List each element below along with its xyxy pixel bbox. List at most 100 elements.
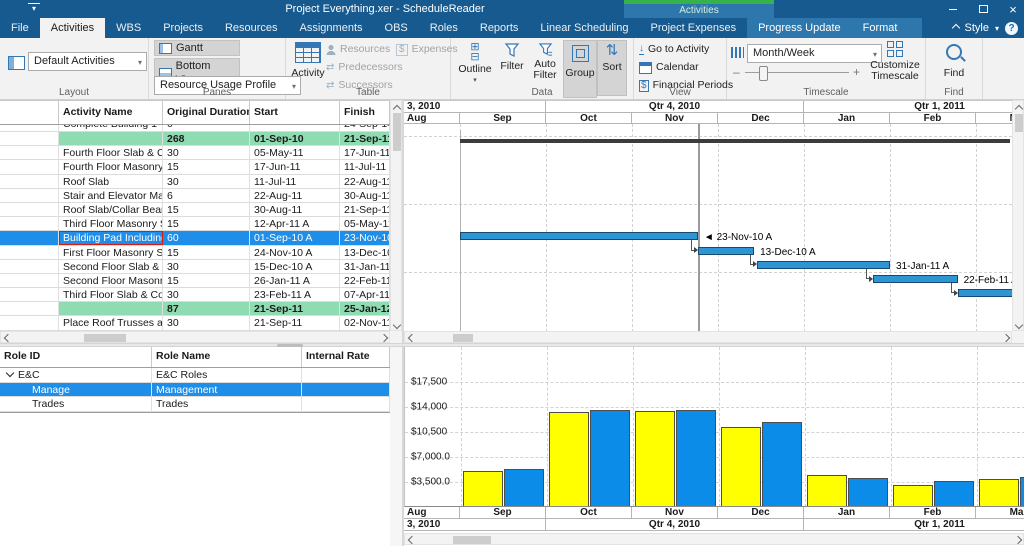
activity-row[interactable]: Roof Slab3011-Jul-1122-Aug-11 — [0, 175, 390, 189]
cell-role-name[interactable]: Management — [152, 383, 302, 397]
cell[interactable]: 30 — [163, 175, 250, 188]
cell[interactable]: 87 — [163, 302, 250, 315]
scroll-up-icon[interactable] — [1015, 105, 1023, 113]
cell[interactable]: 21-Sep-11 — [340, 132, 390, 145]
scroll-left-icon[interactable] — [408, 536, 416, 544]
cell[interactable]: 26-Jan-11 A — [250, 274, 340, 287]
cell-activity-name[interactable] — [59, 302, 163, 315]
gantt-vertical-scrollbar[interactable] — [1012, 100, 1024, 331]
cell-role-id[interactable]: E&C — [0, 368, 152, 382]
cell[interactable]: 13-Dec-10 A — [340, 246, 390, 259]
tab-projects[interactable]: Projects — [152, 18, 214, 38]
activity-row[interactable]: Complete Building 10 24-Sep-14 — [0, 125, 390, 132]
histogram-bar-blue[interactable] — [504, 469, 544, 507]
cell[interactable]: 15 — [163, 246, 250, 259]
scrollbar-thumb[interactable] — [453, 536, 491, 544]
gantt-bar[interactable] — [873, 275, 957, 283]
cell[interactable]: 24-Sep-14 — [340, 125, 390, 131]
find-button[interactable]: Find — [940, 44, 968, 79]
cell[interactable]: 23-Feb-11 A — [250, 288, 340, 301]
histogram-bar-yellow[interactable] — [721, 427, 761, 507]
cell-activity-name[interactable]: Fourth Floor Masonry Struc — [59, 160, 163, 173]
cell[interactable]: 30 — [163, 288, 250, 301]
cell-role-name[interactable]: E&C Roles — [152, 368, 302, 382]
scroll-right-icon[interactable] — [1014, 536, 1022, 544]
gantt-horizontal-scrollbar[interactable] — [404, 331, 1012, 343]
cell-activity-name[interactable]: Second Floor Masonry Stru — [59, 274, 163, 287]
cell[interactable]: 12-Apr-11 A — [250, 217, 340, 230]
cell[interactable]: 21-Sep-11 — [250, 302, 340, 315]
histogram-bar-yellow[interactable] — [635, 411, 675, 507]
quick-access-toolbar-icon[interactable] — [28, 3, 40, 15]
cell[interactable]: 21-Sep-11 — [250, 316, 340, 329]
cell[interactable]: 24-Nov-10 A — [250, 246, 340, 259]
activity-button[interactable]: Activity — [291, 42, 325, 79]
cell[interactable] — [0, 217, 59, 230]
cell[interactable]: 268 — [163, 132, 250, 145]
column-header-internal-rate[interactable]: Internal Rate — [302, 347, 390, 367]
activity-row[interactable]: Place Roof Trusses and She3021-Sep-1102-… — [0, 316, 390, 330]
histogram-bar-yellow[interactable] — [979, 479, 1019, 507]
minimize-button[interactable] — [946, 2, 960, 16]
scrollbar-thumb[interactable] — [1015, 114, 1023, 132]
tab-project-expenses[interactable]: Project Expenses — [639, 18, 747, 38]
scroll-right-icon[interactable] — [380, 334, 388, 342]
activity-row[interactable]: Building Pad Including UG U6001-Sep-10 A… — [0, 231, 390, 245]
scroll-left-icon[interactable] — [4, 334, 12, 342]
cell[interactable]: 30 — [163, 260, 250, 273]
tab-file[interactable]: File — [0, 18, 40, 38]
cell-activity-name[interactable]: Stair and Elevator Masonry — [59, 189, 163, 202]
cell[interactable] — [0, 260, 59, 273]
cell-activity-name[interactable]: Third Floor Masonry Structu — [59, 217, 163, 230]
cell[interactable]: 21-Sep-11 — [340, 203, 390, 216]
cell[interactable]: 15 — [163, 274, 250, 287]
tab-linear-scheduling[interactable]: Linear Scheduling — [529, 18, 639, 38]
tab-reports[interactable]: Reports — [469, 18, 530, 38]
cell[interactable] — [0, 302, 59, 315]
cell[interactable]: 30 — [163, 146, 250, 159]
cell-activity-name[interactable]: Roof Slab/Collar Beam — [59, 203, 163, 216]
cell[interactable]: 15 — [163, 203, 250, 216]
cell[interactable]: 30-Aug-11 — [250, 203, 340, 216]
cell[interactable]: 07-Apr-11 A — [340, 288, 390, 301]
scroll-up-icon[interactable] — [393, 105, 401, 113]
cell-activity-name[interactable] — [59, 132, 163, 145]
cell[interactable] — [0, 160, 59, 173]
histogram-bar-yellow[interactable] — [463, 471, 503, 507]
activity-row[interactable]: Third Floor Slab & Collar Be3023-Feb-11 … — [0, 288, 390, 302]
gantt-bar[interactable] — [958, 289, 1012, 297]
gantt-bar[interactable] — [460, 232, 698, 240]
cell[interactable]: 22-Aug-11 — [250, 189, 340, 202]
histogram-bar-blue[interactable] — [590, 410, 630, 507]
column-header-Start[interactable]: Start — [250, 101, 340, 124]
restore-button[interactable] — [976, 2, 990, 16]
cell-activity-name[interactable]: Second Floor Slab & Collar — [59, 260, 163, 273]
activity-row[interactable]: Roof Slab/Collar Beam1530-Aug-1121-Sep-1… — [0, 203, 390, 217]
cell[interactable]: 17-Jun-11 — [250, 160, 340, 173]
column-header-role-id[interactable]: Role ID — [0, 347, 152, 367]
column-header-role-name[interactable]: Role Name — [152, 347, 302, 367]
cell[interactable] — [0, 125, 59, 131]
cell-activity-name[interactable]: Fourth Floor Slab & Collar B — [59, 146, 163, 159]
calendar-button[interactable]: Calendar — [639, 61, 699, 74]
cell[interactable] — [0, 316, 59, 329]
cell[interactable]: 30-Aug-11 — [340, 189, 390, 202]
activity-row[interactable]: Fourth Floor Masonry Struc1517-Jun-1111-… — [0, 160, 390, 174]
predecessors-button[interactable]: ⇄ Predecessors — [326, 61, 403, 74]
column-header-Original Duration[interactable]: Original Duration — [163, 101, 250, 124]
cell-role-id[interactable]: Trades — [0, 397, 152, 411]
activity-row[interactable]: 26801-Sep-1021-Sep-11 — [0, 132, 390, 146]
histogram-bar-blue[interactable] — [762, 422, 802, 507]
zoom-out-button[interactable]: – — [733, 66, 740, 78]
gantt-chart[interactable]: ◄ 23-Nov-10 A13-Dec-10 A31-Jan-11 A22-Fe… — [404, 124, 1012, 332]
cell[interactable]: 11-Jul-11 — [340, 160, 390, 173]
outline-button[interactable]: ⊞ ⊟ Outline ▾ — [457, 42, 493, 86]
cell-role-name[interactable]: Trades — [152, 397, 302, 411]
cell[interactable]: 0 — [163, 125, 250, 131]
activity-row[interactable]: Second Floor Slab & Collar3015-Dec-10 A3… — [0, 260, 390, 274]
cell-activity-name[interactable]: Complete Building 1 — [59, 125, 163, 131]
zoom-in-button[interactable]: + — [853, 66, 860, 78]
cell-activity-name[interactable]: Third Floor Slab & Collar Be — [59, 288, 163, 301]
column-header-Activity Name[interactable]: Activity Name — [59, 101, 163, 124]
activity-table-horizontal-scrollbar[interactable] — [0, 331, 390, 343]
